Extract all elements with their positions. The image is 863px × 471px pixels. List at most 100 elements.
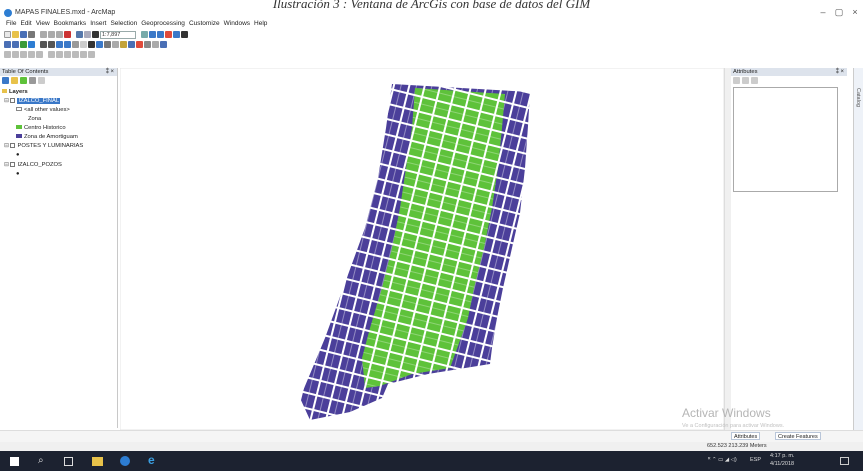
focus-data-frame-icon[interactable] (80, 51, 87, 58)
zoom-in-icon[interactable] (4, 41, 11, 48)
html-popup-icon[interactable] (112, 41, 119, 48)
map-vertical-scrollbar[interactable] (724, 68, 731, 430)
notifications-icon[interactable] (840, 457, 849, 465)
new-document-icon[interactable] (4, 31, 11, 38)
forward-extent-icon[interactable] (64, 41, 71, 48)
editor-icon[interactable] (141, 31, 148, 38)
catalog-side-tab[interactable]: Catalog (853, 68, 863, 430)
attr-options-icon[interactable] (751, 77, 758, 84)
layer-visibility-checkbox[interactable] (10, 142, 16, 148)
layer-postes-luminarias[interactable]: ⊟ POSTES Y LUMINARIAS (4, 142, 83, 150)
layout-back-icon[interactable] (48, 51, 55, 58)
save-icon[interactable] (20, 31, 27, 38)
find-route-icon[interactable] (136, 41, 143, 48)
menu-insert[interactable]: Insert (88, 19, 108, 29)
list-by-source-icon[interactable] (11, 77, 18, 84)
cut-icon[interactable] (40, 31, 47, 38)
list-by-drawing-order-icon[interactable] (2, 77, 9, 84)
zoom-percent-icon[interactable] (64, 51, 71, 58)
windows-taskbar: ⌕ e ᴿ ⌃ ▭ ◢ ◁) ESP 4:17 p. m. 4/11/2018 (0, 451, 863, 471)
pan-icon[interactable] (20, 41, 27, 48)
language-indicator[interactable]: ESP (750, 457, 761, 463)
options-icon[interactable] (38, 77, 45, 84)
menu-file[interactable]: File (4, 19, 18, 29)
menu-geoprocessing[interactable]: Geoprocessing (139, 19, 187, 29)
map-view[interactable] (119, 67, 725, 431)
undo-icon[interactable] (76, 31, 83, 38)
measure-icon[interactable] (120, 41, 127, 48)
time-slider-icon[interactable] (152, 41, 159, 48)
arcmap-taskbar-icon[interactable] (120, 456, 130, 466)
print-icon[interactable] (28, 31, 35, 38)
full-extent-icon[interactable] (28, 41, 35, 48)
map-canvas[interactable] (119, 67, 725, 431)
python-icon[interactable] (181, 31, 188, 38)
menu-edit[interactable]: Edit (18, 19, 33, 29)
close-button[interactable]: × (848, 7, 862, 17)
layer-visibility-checkbox[interactable] (10, 97, 16, 103)
zoom-100-icon[interactable] (36, 51, 43, 58)
layout-zoom-in-icon[interactable] (4, 51, 11, 58)
change-layout-icon[interactable] (88, 51, 95, 58)
layer-visibility-checkbox[interactable] (10, 161, 16, 167)
clear-selection-icon[interactable] (80, 41, 87, 48)
viewer-window-icon[interactable] (160, 41, 167, 48)
clock-date[interactable]: 4/11/2018 (770, 461, 794, 467)
fixed-zoom-out-icon[interactable] (48, 41, 55, 48)
search-icon[interactable]: ⌕ (38, 455, 50, 467)
menu-help[interactable]: Help (252, 19, 269, 29)
attr-tool-icon[interactable] (733, 77, 740, 84)
layer-izalco-final[interactable]: ⊟ IZALCO_FINAL (4, 97, 61, 105)
open-folder-icon[interactable] (12, 31, 19, 38)
delete-icon[interactable] (64, 31, 71, 38)
clock-time[interactable]: 4:17 p. m. (770, 453, 794, 459)
attributes-header: Attributes ⁑ × (731, 68, 847, 76)
tab-attributes[interactable]: Attributes (731, 432, 761, 440)
menu-selection[interactable]: Selection (108, 19, 139, 29)
toggle-draft-icon[interactable] (72, 51, 79, 58)
find-icon[interactable] (128, 41, 135, 48)
add-data-icon[interactable] (92, 31, 99, 38)
system-tray-icons[interactable]: ᴿ ⌃ ▭ ◢ ◁) (708, 457, 737, 463)
go-to-xy-icon[interactable] (144, 41, 151, 48)
zoom-whole-page-icon[interactable] (28, 51, 35, 58)
hyperlink-icon[interactable] (104, 41, 111, 48)
fixed-zoom-in-icon[interactable] (40, 41, 47, 48)
paste-icon[interactable] (56, 31, 63, 38)
layout-forward-icon[interactable] (56, 51, 63, 58)
menu-customize[interactable]: Customize (187, 19, 222, 29)
table-of-contents-icon[interactable] (149, 31, 156, 38)
start-icon[interactable] (10, 457, 19, 466)
select-elements-icon[interactable] (88, 41, 95, 48)
menu-view[interactable]: View (34, 19, 52, 29)
menu-windows[interactable]: Windows (222, 19, 252, 29)
file-explorer-icon[interactable] (92, 457, 103, 466)
list-by-selection-icon[interactable] (29, 77, 36, 84)
search-icon[interactable] (165, 31, 172, 38)
pin-icon[interactable]: ⁑ × (106, 68, 114, 76)
copy-icon[interactable] (48, 31, 55, 38)
zoom-out-icon[interactable] (12, 41, 19, 48)
redo-icon[interactable] (84, 31, 91, 38)
minimize-button[interactable]: – (816, 7, 830, 17)
map-scale-field[interactable]: 1:7,897 (100, 30, 136, 39)
maximize-button[interactable]: ▢ (832, 7, 846, 18)
layout-zoom-out-icon[interactable] (12, 51, 19, 58)
catalog-icon[interactable] (157, 31, 164, 38)
layer-izalco-pozos[interactable]: ⊟ IZALCO_POZOS (4, 161, 62, 169)
task-view-icon[interactable] (64, 457, 73, 466)
other-values-swatch (16, 107, 22, 112)
pin-icon[interactable]: ⁑ × (836, 68, 844, 76)
layout-pan-icon[interactable] (20, 51, 27, 58)
attr-sort-icon[interactable] (742, 77, 749, 84)
title-bar: MAPAS FINALES.mxd - ArcMap – ▢ × (0, 7, 863, 19)
list-by-visibility-icon[interactable] (20, 77, 27, 84)
edge-icon[interactable]: e (148, 453, 160, 467)
arctoolbox-icon[interactable] (173, 31, 180, 38)
layers-root[interactable]: Layers (2, 88, 28, 96)
back-extent-icon[interactable] (56, 41, 63, 48)
tab-create-features[interactable]: Create Features (775, 432, 821, 440)
identify-icon[interactable] (96, 41, 103, 48)
menu-bookmarks[interactable]: Bookmarks (52, 19, 89, 29)
select-features-icon[interactable] (72, 41, 79, 48)
